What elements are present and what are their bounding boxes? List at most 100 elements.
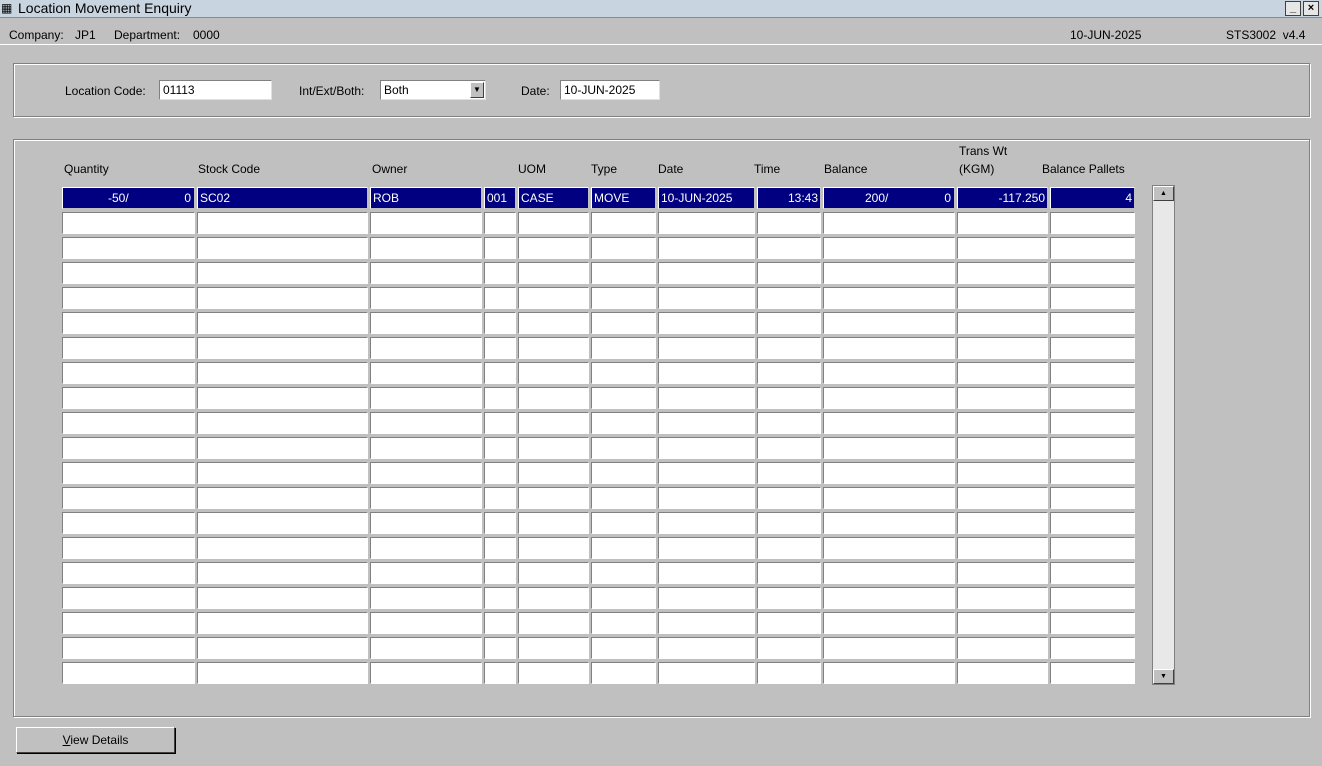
grid-cell[interactable] [484, 637, 516, 659]
grid-cell[interactable] [757, 337, 821, 359]
grid-cell[interactable] [957, 312, 1048, 334]
grid-cell[interactable] [484, 612, 516, 634]
grid-cell[interactable] [757, 312, 821, 334]
grid-cell[interactable] [1050, 612, 1135, 634]
grid-cell[interactable] [62, 537, 195, 559]
grid-cell[interactable] [197, 312, 368, 334]
grid-cell[interactable] [757, 212, 821, 234]
grid-cell[interactable] [757, 362, 821, 384]
grid-cell[interactable] [370, 337, 482, 359]
grid-cell[interactable] [957, 387, 1048, 409]
grid-cell[interactable] [591, 387, 656, 409]
grid-cell[interactable] [1050, 262, 1135, 284]
grid-cell[interactable] [484, 412, 516, 434]
grid-cell[interactable] [823, 337, 955, 359]
grid-cell[interactable] [591, 662, 656, 684]
cell-owner[interactable]: ROB [370, 187, 482, 209]
grid-cell[interactable] [518, 362, 589, 384]
grid-cell[interactable] [197, 487, 368, 509]
grid-cell[interactable] [591, 412, 656, 434]
grid-cell[interactable] [1050, 387, 1135, 409]
grid-cell[interactable] [1050, 312, 1135, 334]
grid-cell[interactable] [484, 387, 516, 409]
grid-cell[interactable] [823, 662, 955, 684]
grid-cell[interactable] [62, 462, 195, 484]
cell-date[interactable]: 10-JUN-2025 [658, 187, 755, 209]
grid-cell[interactable] [370, 212, 482, 234]
grid-cell[interactable] [658, 412, 755, 434]
grid-cell[interactable] [823, 462, 955, 484]
grid-cell[interactable] [957, 487, 1048, 509]
grid-cell[interactable] [591, 512, 656, 534]
grid-scrollbar[interactable]: ▲ ▼ [1152, 185, 1175, 685]
grid-cell[interactable] [518, 562, 589, 584]
grid-cell[interactable] [823, 612, 955, 634]
grid-cell[interactable] [518, 437, 589, 459]
chevron-down-icon[interactable]: ▼ [470, 82, 484, 98]
grid-cell[interactable] [957, 287, 1048, 309]
grid-cell[interactable] [957, 562, 1048, 584]
grid-cell[interactable] [591, 537, 656, 559]
grid-cell[interactable] [823, 287, 955, 309]
grid-cell[interactable] [518, 237, 589, 259]
grid-cell[interactable] [484, 512, 516, 534]
grid-cell[interactable] [62, 612, 195, 634]
grid-cell[interactable] [591, 612, 656, 634]
grid-cell[interactable] [197, 212, 368, 234]
grid-cell[interactable] [518, 487, 589, 509]
grid-cell[interactable] [370, 487, 482, 509]
grid-cell[interactable] [658, 462, 755, 484]
grid-cell[interactable] [62, 312, 195, 334]
grid-cell[interactable] [484, 287, 516, 309]
grid-cell[interactable] [757, 412, 821, 434]
grid-cell[interactable] [484, 587, 516, 609]
cell-quantity[interactable]: -50/ 0 [62, 187, 195, 209]
grid-cell[interactable] [757, 387, 821, 409]
grid-cell[interactable] [757, 287, 821, 309]
grid-cell[interactable] [197, 637, 368, 659]
grid-cell[interactable] [957, 237, 1048, 259]
grid-cell[interactable] [197, 387, 368, 409]
grid-cell[interactable] [62, 512, 195, 534]
grid-cell[interactable] [484, 237, 516, 259]
grid-cell[interactable] [370, 662, 482, 684]
cell-stock-code[interactable]: SC02 [197, 187, 368, 209]
grid-cell[interactable] [62, 412, 195, 434]
grid-cell[interactable] [484, 262, 516, 284]
grid-cell[interactable] [591, 637, 656, 659]
grid-cell[interactable] [823, 437, 955, 459]
grid-cell[interactable] [62, 562, 195, 584]
grid-cell[interactable] [518, 612, 589, 634]
grid-cell[interactable] [370, 437, 482, 459]
grid-cell[interactable] [370, 262, 482, 284]
grid-cell[interactable] [62, 487, 195, 509]
grid-cell[interactable] [197, 362, 368, 384]
grid-cell[interactable] [658, 362, 755, 384]
grid-cell[interactable] [658, 262, 755, 284]
grid-cell[interactable] [484, 487, 516, 509]
grid-cell[interactable] [658, 587, 755, 609]
grid-cell[interactable] [197, 337, 368, 359]
grid-cell[interactable] [62, 262, 195, 284]
scroll-up-icon[interactable]: ▲ [1153, 186, 1174, 201]
grid-cell[interactable] [370, 612, 482, 634]
grid-cell[interactable] [484, 437, 516, 459]
grid-cell[interactable] [591, 587, 656, 609]
grid-cell[interactable] [591, 312, 656, 334]
grid-cell[interactable] [370, 362, 482, 384]
grid-cell[interactable] [484, 337, 516, 359]
grid-cell[interactable] [1050, 562, 1135, 584]
grid-cell[interactable] [370, 637, 482, 659]
grid-cell[interactable] [1050, 337, 1135, 359]
grid-cell[interactable] [1050, 662, 1135, 684]
grid-cell[interactable] [823, 262, 955, 284]
grid-cell[interactable] [823, 412, 955, 434]
grid-cell[interactable] [197, 562, 368, 584]
grid-cell[interactable] [591, 562, 656, 584]
grid-cell[interactable] [370, 512, 482, 534]
grid-cell[interactable] [658, 312, 755, 334]
grid-cell[interactable] [757, 662, 821, 684]
grid-cell[interactable] [518, 512, 589, 534]
grid-cell[interactable] [197, 612, 368, 634]
grid-cell[interactable] [1050, 512, 1135, 534]
